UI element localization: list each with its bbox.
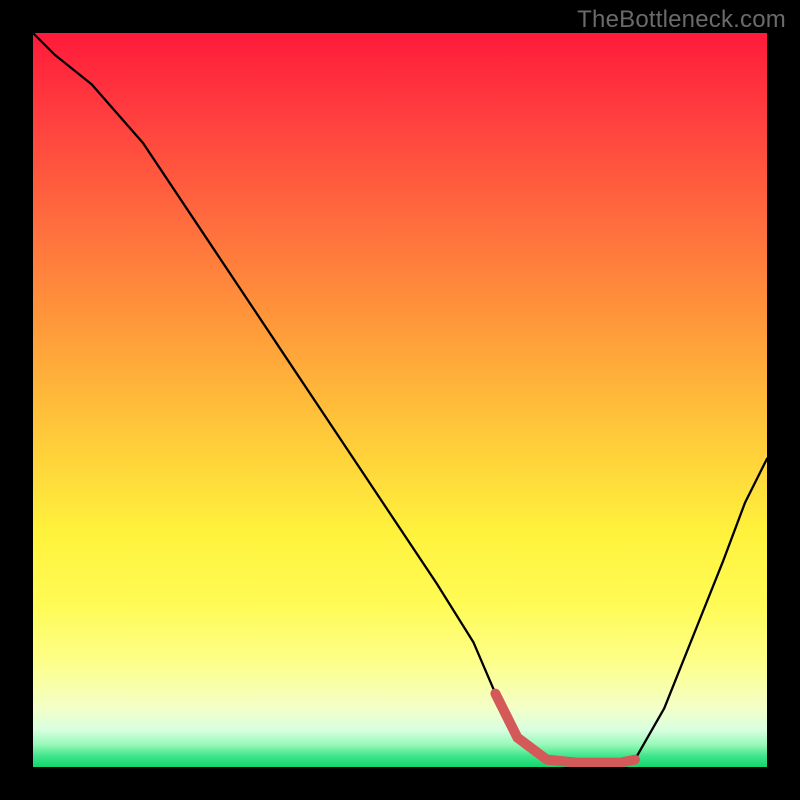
- watermark-text: TheBottleneck.com: [577, 6, 786, 34]
- main-curve: [33, 33, 767, 763]
- highlight-segment: [495, 694, 634, 763]
- curve-layer: [33, 33, 767, 767]
- chart-stage: TheBottleneck.com: [0, 0, 800, 800]
- plot-area: [33, 33, 767, 767]
